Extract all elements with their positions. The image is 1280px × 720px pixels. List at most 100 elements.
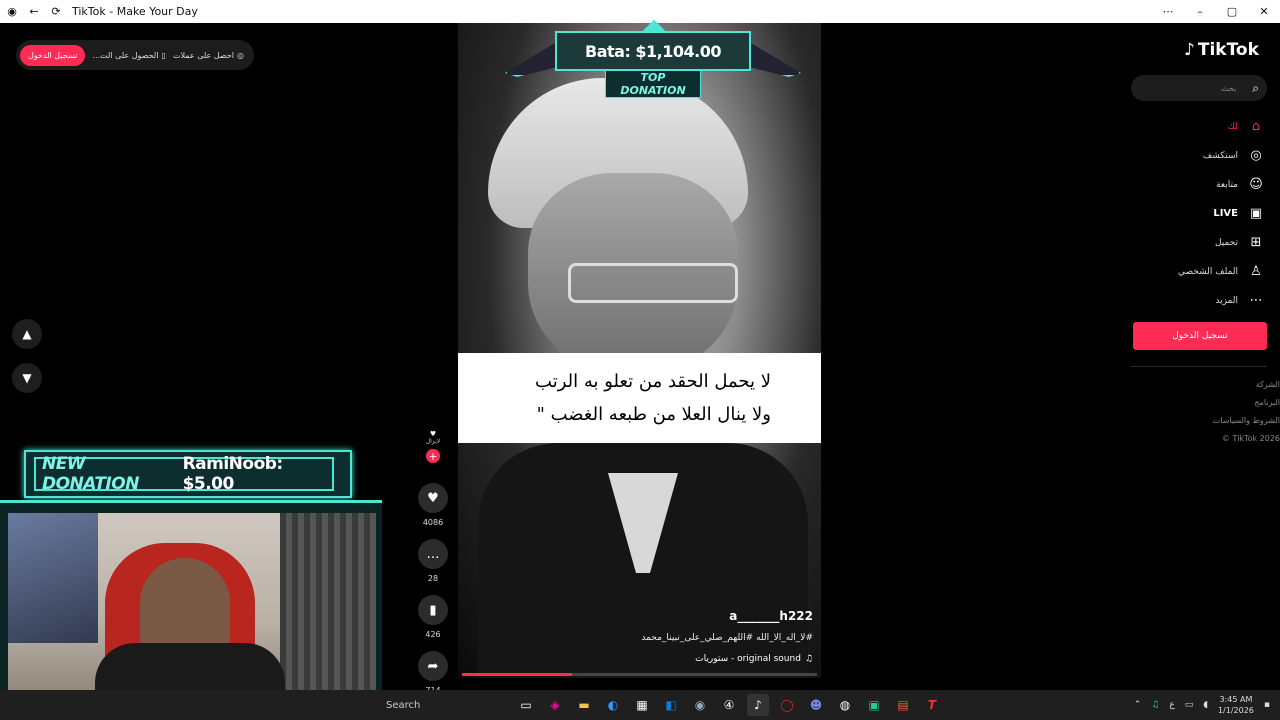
sidebar-item-for-you[interactable]: لك ⌂ <box>1144 112 1264 141</box>
video-player[interactable]: لا يحمل الحقد من تعلو به الرتب ولا ينال … <box>458 23 821 678</box>
file-explorer-icon[interactable]: ▬ <box>573 694 595 716</box>
microphone-icon[interactable]: ♫ <box>1151 700 1159 710</box>
language-indicator[interactable]: ع <box>1169 700 1174 710</box>
green-app-icon[interactable]: ▣ <box>863 694 885 716</box>
discord-icon[interactable]: ☻ <box>805 694 827 716</box>
creator-avatar-name[interactable]: لايزال <box>426 438 440 445</box>
caption-line-1: لا يحمل الحقد من تعلو به الرتب <box>535 371 771 392</box>
music-note-icon: ♫ <box>804 654 813 664</box>
previous-video-button[interactable]: ▲ <box>12 319 42 349</box>
sidebar-footer: الشركة البرنامج الشروط والسياسات TikTok … <box>1160 376 1280 448</box>
sidebar-item-explore[interactable]: استكشف ◎ <box>1144 141 1264 170</box>
like-action[interactable]: ♥ 4086 <box>418 483 448 527</box>
sidebar-item-label: استكشف <box>1202 150 1238 161</box>
footer-link-terms[interactable]: الشروط والسياسات <box>1160 412 1280 430</box>
tray-chevron-icon[interactable]: ⌃ <box>1134 700 1142 710</box>
video-progress-bar[interactable] <box>462 673 817 676</box>
clock-time: 3:45 AM <box>1219 695 1253 704</box>
video-sound[interactable]: ♫ original sound - ستوريات <box>695 654 813 664</box>
sidebar-item-label: متابعة <box>1216 179 1238 190</box>
get-coins-link[interactable]: ◎ احصل على عملات <box>173 51 244 60</box>
video-hashtags[interactable]: #لا_اله_الا_الله #اللهم_صلي_على_نبينا_مح… <box>641 633 813 643</box>
obs-icon[interactable]: ◍ <box>834 694 856 716</box>
outlook-icon[interactable]: ◧ <box>660 694 682 716</box>
chevron-down-icon: ▼ <box>22 371 32 385</box>
tiktok-logo[interactable]: ♪ TikTok <box>1184 40 1259 60</box>
refresh-icon[interactable]: ⟳ <box>46 2 66 22</box>
new-donation-banner: NEW DONATION RamiNoob: $5.00 <box>24 450 352 498</box>
following-icon: ☺ <box>1249 177 1263 192</box>
opera-icon[interactable]: ◯ <box>776 694 798 716</box>
display-icon[interactable]: ▭ <box>1185 700 1194 710</box>
profile-icon: ♙ <box>1250 264 1262 279</box>
steam-icon[interactable]: ◉ <box>689 694 711 716</box>
get-app-label: الحصول على الت... <box>92 50 159 60</box>
taskbar-apps: ▭ ◈ ▬ ◐ ▦ ◧ ◉ ④ ♪ ◯ ☻ ◍ ▣ ▤ T <box>515 694 943 716</box>
more-icon: ⋯ <box>1249 293 1263 308</box>
footer-link-program[interactable]: البرنامج <box>1160 394 1280 412</box>
volume-icon[interactable]: ◖ <box>1203 700 1208 710</box>
sidebar-item-live[interactable]: LIVE ▣ <box>1144 199 1264 228</box>
new-donation-label: NEW DONATION <box>42 454 139 494</box>
video-app-icon[interactable]: ▤ <box>892 694 914 716</box>
top-donation-overlay: Bata: $1,104.00 TOP DONATION <box>505 19 801 98</box>
next-video-button[interactable]: ▼ <box>12 363 42 393</box>
live-icon: ▣ <box>1249 206 1263 221</box>
sidebar-nav: لك ⌂ استكشف ◎ متابعة ☺ LIVE ▣ تحميل ⊞ ال… <box>1144 112 1264 315</box>
tiktok-logo-text: TikTok <box>1197 40 1259 60</box>
footer-link-company[interactable]: الشركة <box>1160 376 1280 394</box>
bookmark-icon: ▮ <box>418 595 448 625</box>
webcam-curtain <box>280 513 376 699</box>
top-donation-text: Bata: $1,104.00 <box>555 31 751 71</box>
get-app-link[interactable]: ▯ الحصول على الت... <box>92 51 165 60</box>
top-login-button[interactable]: تسجيل الدخول <box>20 44 86 66</box>
search-icon[interactable]: ⌕ <box>1252 81 1259 96</box>
edge-icon[interactable]: ◐ <box>602 694 624 716</box>
app-store-icon[interactable]: ◈ <box>544 694 566 716</box>
close-button[interactable]: ✕ <box>1248 0 1280 23</box>
tiktok-taskbar-icon[interactable]: ♪ <box>747 694 769 716</box>
taskbar-search[interactable]: Search <box>382 693 510 717</box>
share-icon: ➦ <box>418 651 448 681</box>
window-title: TikTok - Make Your Day <box>72 5 198 18</box>
sidebar-login-button[interactable]: تسجيل الدخول <box>1133 322 1267 350</box>
taskbar-clock[interactable]: 3:45 AM 1/1/2026 <box>1218 694 1254 716</box>
compass-icon: ◎ <box>1250 148 1262 163</box>
clock-date: 1/1/2026 <box>1217 706 1254 715</box>
sidebar-item-profile[interactable]: الملف الشخصي ♙ <box>1144 257 1264 286</box>
search-input[interactable]: بحث ⌕ <box>1131 75 1267 101</box>
sidebar-item-following[interactable]: متابعة ☺ <box>1144 170 1264 199</box>
minimize-button[interactable]: – <box>1184 0 1216 23</box>
follow-button[interactable]: + <box>426 449 440 463</box>
coin-icon: ◎ <box>237 50 244 60</box>
video-progress-fill <box>462 673 573 676</box>
store-icon[interactable]: ▦ <box>631 694 653 716</box>
share-action[interactable]: ➦ 714 <box>418 651 448 695</box>
sidebar-item-label: الملف الشخصي <box>1178 266 1238 277</box>
comment-action[interactable]: … 28 <box>418 539 448 583</box>
notifications-icon[interactable]: ▪ <box>1264 700 1270 710</box>
video-caption: لا يحمل الحقد من تعلو به الرتب ولا ينال … <box>458 353 821 443</box>
new-donation-text: RamiNoob: $5.00 <box>182 454 284 494</box>
more-options-button[interactable]: ⋯ <box>1152 0 1184 23</box>
back-icon[interactable]: ← <box>24 2 44 22</box>
save-action[interactable]: ▮ 426 <box>418 595 448 639</box>
video-author[interactable]: a_______h222 <box>729 609 813 623</box>
home-icon: ⌂ <box>1251 119 1261 134</box>
sidebar-item-label: LIVE <box>1213 208 1238 219</box>
chevron-up-icon: ▲ <box>22 327 32 341</box>
glasses-shape <box>568 263 738 303</box>
comment-icon: … <box>418 539 448 569</box>
tf-app-icon[interactable]: T <box>921 694 943 716</box>
sound-label: original sound - ستوريات <box>695 654 801 664</box>
sidebar-item-more[interactable]: المزيد ⋯ <box>1144 286 1264 315</box>
sidebar-divider <box>1131 366 1267 367</box>
upload-icon: ⊞ <box>1250 235 1262 250</box>
maximize-button[interactable]: ▢ <box>1216 0 1248 23</box>
get-coins-label: احصل على عملات <box>172 50 235 60</box>
task-view-icon[interactable]: ▭ <box>515 694 537 716</box>
sidebar-item-upload[interactable]: تحميل ⊞ <box>1144 228 1264 257</box>
caption-line-2: ولا ينال العلا من طبعه الغضب " <box>536 404 771 425</box>
sidebar-item-label: المزيد <box>1215 295 1238 306</box>
4k-app-icon[interactable]: ④ <box>718 694 740 716</box>
